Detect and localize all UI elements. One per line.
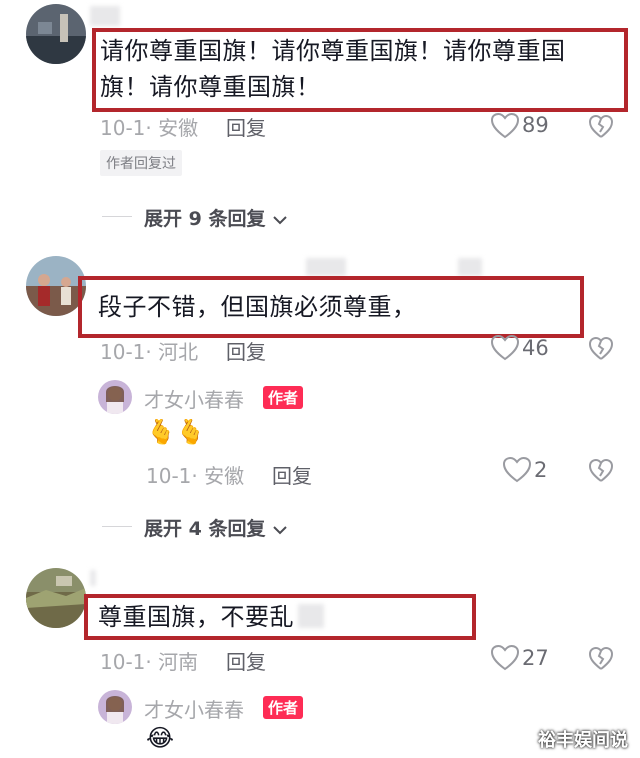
author-username[interactable]: 才女小春春 bbox=[144, 694, 244, 723]
chevron-down-icon bbox=[273, 215, 287, 224]
author-avatar[interactable] bbox=[98, 690, 132, 724]
expand-replies-label: 展开 9 条回复 bbox=[144, 208, 266, 230]
comment-text-line2: 旗！请你尊重国旗！ bbox=[100, 73, 321, 101]
reply-emoji: 🫰🫰 bbox=[146, 418, 206, 446]
like-count: 89 bbox=[522, 113, 549, 137]
comment-text: 尊重国旗，不要乱 bbox=[98, 603, 294, 631]
reply-button[interactable]: 回复 bbox=[226, 646, 266, 675]
heart-icon[interactable] bbox=[490, 334, 520, 362]
commenter-avatar[interactable] bbox=[26, 256, 86, 316]
chevron-down-icon bbox=[273, 525, 287, 534]
like-count: 46 bbox=[522, 336, 549, 360]
reply-emoji: 😂 bbox=[146, 724, 175, 752]
comment-meta: 10-1· 河南 bbox=[100, 650, 199, 674]
expand-divider bbox=[102, 216, 132, 217]
watermark: 裕丰娱间说 bbox=[538, 730, 628, 751]
author-replied-badge: 作者回复过 bbox=[100, 150, 182, 176]
heart-icon[interactable] bbox=[490, 112, 520, 140]
dislike-heart-icon[interactable] bbox=[588, 336, 614, 362]
expand-replies-label: 展开 4 条回复 bbox=[144, 518, 266, 540]
commenter-avatar[interactable] bbox=[26, 4, 86, 64]
reply-button[interactable]: 回复 bbox=[226, 112, 266, 141]
reply-meta: 10-1· 安徽 bbox=[146, 464, 245, 488]
like-count: 27 bbox=[522, 646, 549, 670]
comment-meta: 10-1· 安徽 bbox=[100, 116, 199, 140]
comment-meta: 10-1· 河北 bbox=[100, 340, 199, 364]
dislike-heart-icon[interactable] bbox=[588, 646, 614, 672]
heart-icon[interactable] bbox=[490, 644, 520, 672]
author-username[interactable]: 才女小春春 bbox=[144, 384, 244, 413]
reply-button[interactable]: 回复 bbox=[272, 460, 312, 489]
author-badge: 作者 bbox=[263, 696, 304, 719]
author-avatar[interactable] bbox=[98, 380, 132, 414]
reply-button[interactable]: 回复 bbox=[226, 336, 266, 365]
comment-text-line1: 请你尊重国旗！请你尊重国旗！请你尊重国 bbox=[100, 37, 566, 65]
author-badge: 作者 bbox=[263, 386, 304, 409]
dislike-heart-icon[interactable] bbox=[588, 114, 614, 140]
expand-replies-button[interactable]: 展开 9 条回复 bbox=[144, 204, 288, 231]
expand-replies-button[interactable]: 展开 4 条回复 bbox=[144, 514, 288, 541]
like-count: 2 bbox=[534, 458, 548, 482]
comment-text: 段子不错，但国旗必须尊重， bbox=[98, 293, 417, 321]
heart-icon[interactable] bbox=[502, 456, 532, 484]
commenter-avatar[interactable] bbox=[26, 568, 86, 628]
expand-divider bbox=[102, 526, 132, 527]
dislike-heart-icon[interactable] bbox=[588, 458, 614, 484]
